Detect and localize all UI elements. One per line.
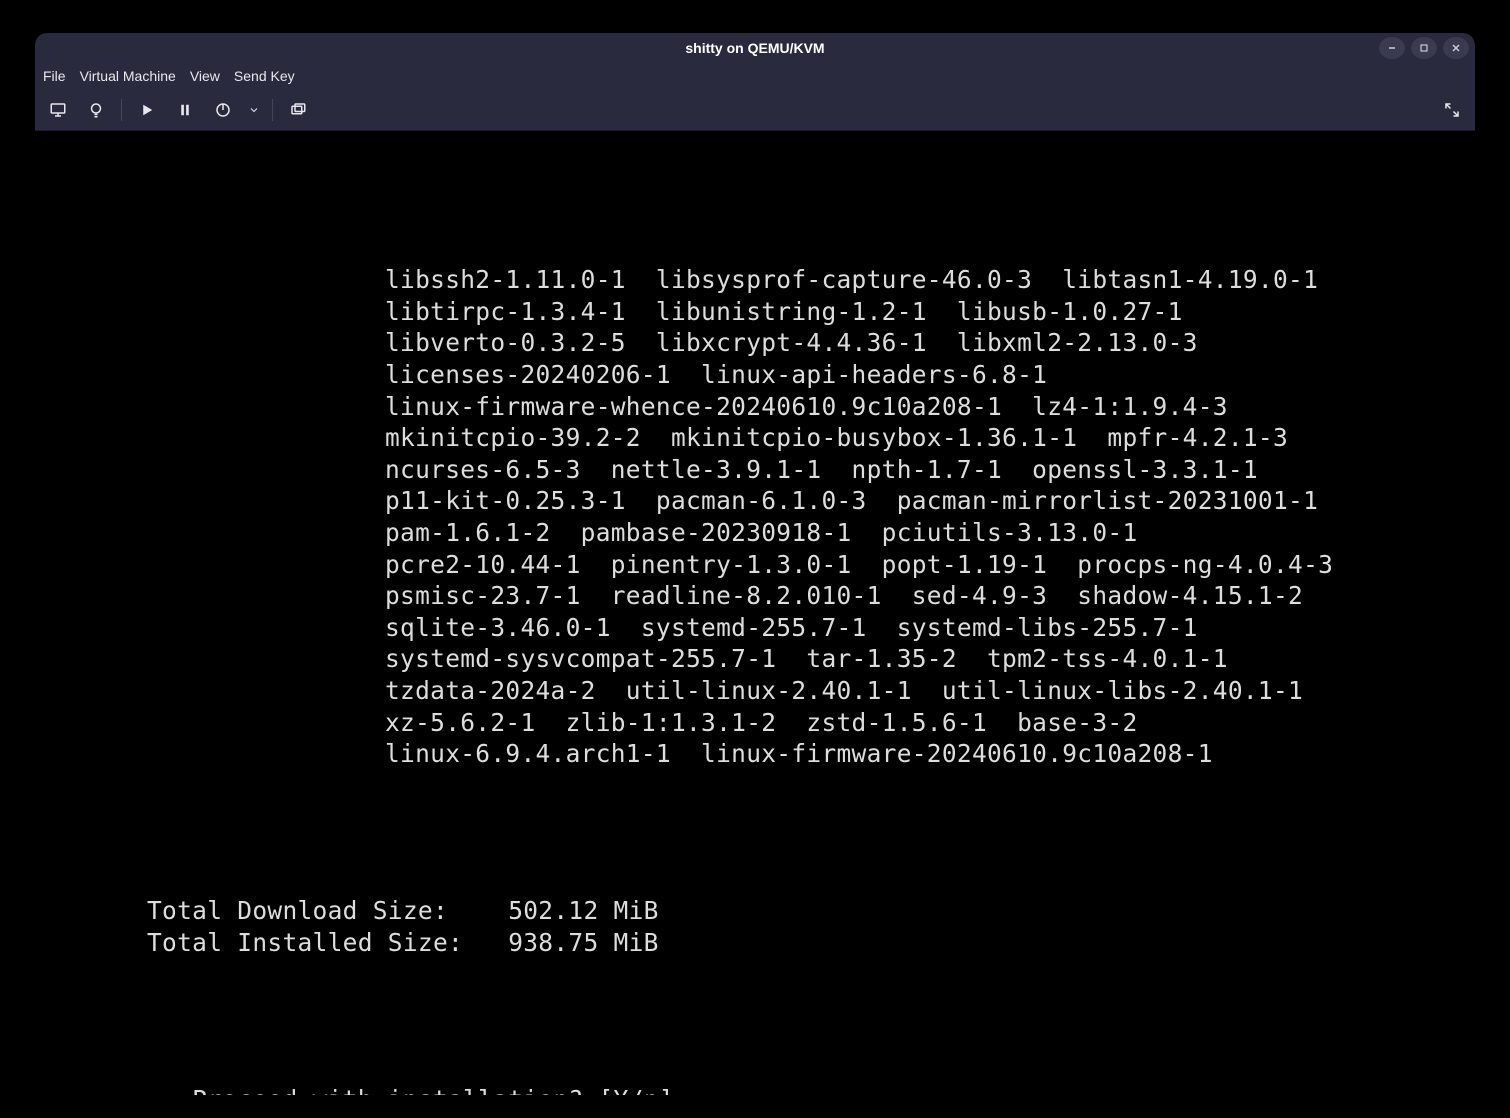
toolbar-separator — [121, 99, 122, 121]
pause-button[interactable] — [168, 94, 202, 126]
close-icon — [1451, 43, 1461, 53]
snapshots-button[interactable] — [281, 94, 315, 126]
shutdown-dropdown[interactable] — [244, 94, 264, 126]
summary-block: Total Download Size: 502.12 MiB Total In… — [35, 833, 1475, 959]
play-icon — [138, 101, 156, 119]
monitor-icon — [49, 101, 67, 119]
installed-size: Total Installed Size: 938.75 MiB — [147, 928, 659, 957]
maximize-button[interactable] — [1411, 37, 1437, 59]
menu-file[interactable]: File — [43, 68, 66, 84]
lightbulb-icon — [87, 101, 105, 119]
snapshots-icon — [289, 101, 307, 119]
details-button[interactable] — [79, 94, 113, 126]
fullscreen-icon — [1443, 101, 1461, 119]
toolbar-separator — [272, 99, 273, 121]
download-size: Total Download Size: 502.12 MiB — [147, 896, 659, 925]
window-title: shitty on QEMU/KVM — [685, 40, 824, 56]
menu-send-key[interactable]: Send Key — [234, 68, 295, 84]
run-button[interactable] — [130, 94, 164, 126]
fullscreen-button[interactable] — [1435, 94, 1469, 126]
menubar: File Virtual Machine View Send Key — [35, 63, 1475, 89]
toolbar — [35, 89, 1475, 131]
chevron-down-icon — [248, 104, 260, 116]
titlebar: shitty on QEMU/KVM — [35, 33, 1475, 63]
window-controls — [1379, 37, 1469, 59]
vm-window: shitty on QEMU/KVM File Virtual Machine … — [35, 33, 1475, 1095]
package-list: libssh2-1.11.0-1 libsysprof-capture-46.0… — [35, 196, 1475, 770]
pause-icon — [176, 101, 194, 119]
shutdown-button[interactable] — [206, 94, 240, 126]
menu-virtual-machine[interactable]: Virtual Machine — [80, 68, 176, 84]
minimize-button[interactable] — [1379, 37, 1405, 59]
minimize-icon — [1387, 43, 1397, 53]
console-button[interactable] — [41, 94, 75, 126]
terminal-console[interactable]: libssh2-1.11.0-1 libsysprof-capture-46.0… — [35, 131, 1475, 1095]
maximize-icon — [1419, 43, 1429, 53]
close-button[interactable] — [1443, 37, 1469, 59]
power-icon — [214, 101, 232, 119]
proceed-prompt: :: Proceed with installation? [Y/n] — [147, 1085, 674, 1095]
menu-view[interactable]: View — [190, 68, 220, 84]
proceed-block: :: Proceed with installation? [Y/n] :: R… — [35, 1022, 1475, 1095]
